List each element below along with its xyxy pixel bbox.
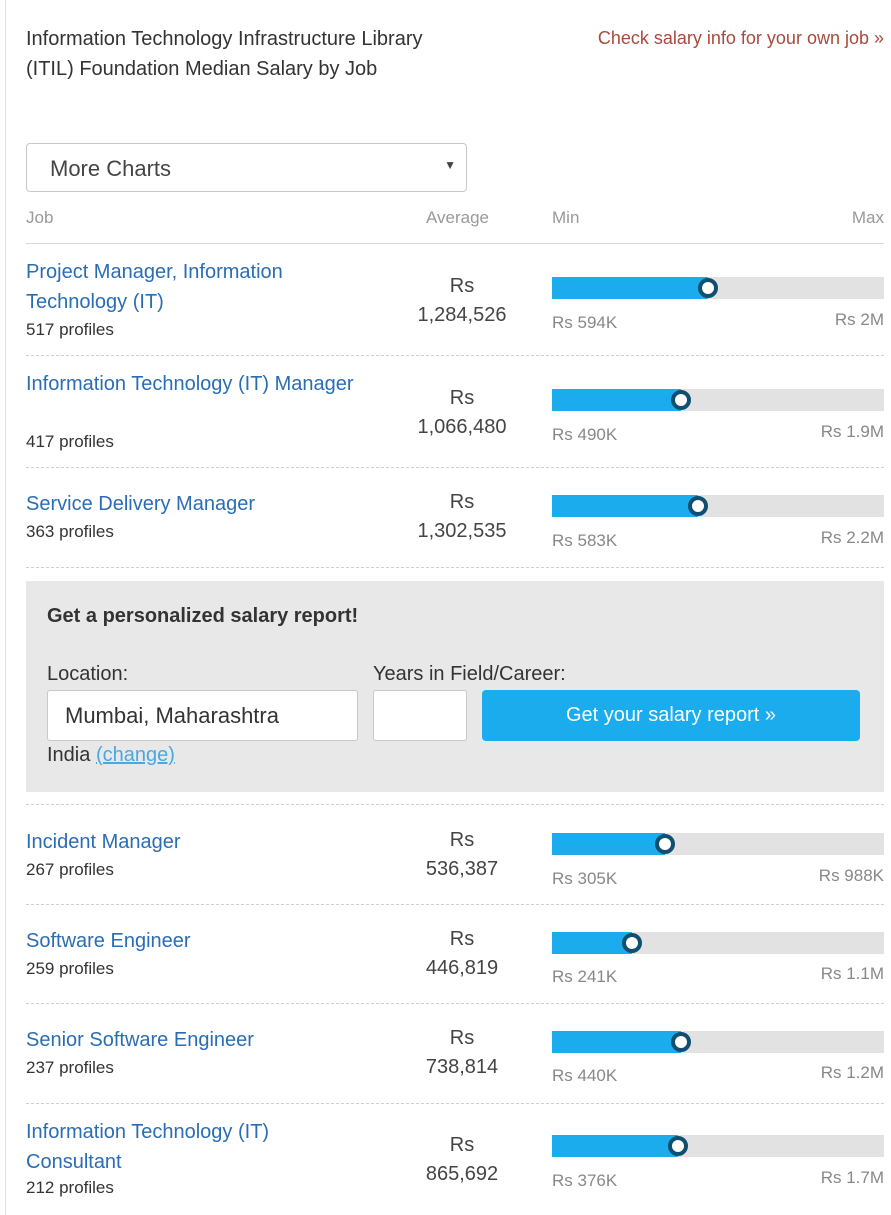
average-currency: Rs <box>449 491 475 513</box>
range-min: Rs 305K <box>552 869 618 888</box>
job-title-link[interactable]: Incident Manager <box>26 827 356 857</box>
average-currency: Rs <box>449 387 475 409</box>
table-row: Project Manager, Information Technology … <box>26 244 884 356</box>
column-header-average: Average <box>426 208 490 227</box>
table-row: Senior Software Engineer 237 profiles Rs… <box>26 1004 884 1104</box>
median-marker-icon <box>688 496 708 516</box>
salary-bar-fill <box>552 495 698 517</box>
profile-count: 212 profiles <box>26 1178 114 1197</box>
column-header-job: Job <box>26 208 54 227</box>
range-min: Rs 490K <box>552 425 618 444</box>
salary-range-bar <box>552 932 884 954</box>
job-title-link[interactable]: Information Technology (IT) Consultant <box>26 1117 356 1177</box>
salary-range-bar <box>552 1135 884 1157</box>
salary-report-promo: Get a personalized salary report! Locati… <box>26 581 884 792</box>
column-header-min: Min <box>552 208 580 227</box>
average-salary: 1,066,480 <box>417 416 507 438</box>
more-charts-select-value: More Charts <box>50 156 172 181</box>
location-label: Location: <box>47 663 129 685</box>
average-salary: 738,814 <box>425 1056 499 1078</box>
profile-count: 259 profiles <box>26 959 114 978</box>
job-title-link[interactable]: Software Engineer <box>26 926 356 956</box>
job-title-link[interactable]: Information Technology (IT) Manager <box>26 369 356 399</box>
salary-range-bar <box>552 833 884 855</box>
average-salary: 446,819 <box>425 957 499 979</box>
salary-range-bar <box>552 277 884 299</box>
profile-count: 417 profiles <box>26 432 114 451</box>
range-min: Rs 376K <box>552 1171 618 1190</box>
salary-bar-fill <box>552 1135 678 1157</box>
range-max: Rs 1.2M <box>820 1063 884 1082</box>
range-max: Rs 2.2M <box>820 528 884 547</box>
average-currency: Rs <box>449 275 475 297</box>
profile-count: 363 profiles <box>26 522 114 541</box>
column-header-max: Max <box>851 208 884 227</box>
profile-count: 237 profiles <box>26 1058 114 1077</box>
average-currency: Rs <box>449 829 475 851</box>
table-row: Information Technology (IT) Consultant 2… <box>26 1104 884 1215</box>
salary-bar-fill <box>552 389 681 411</box>
table-row: Information Technology (IT) Manager 417 … <box>26 356 884 468</box>
salary-bar-fill <box>552 833 665 855</box>
median-marker-icon <box>671 390 691 410</box>
salary-range-bar <box>552 495 884 517</box>
median-marker-icon <box>671 1032 691 1052</box>
more-charts-select[interactable]: More Charts ▼ <box>26 143 467 192</box>
average-currency: Rs <box>449 1027 475 1049</box>
salary-range-bar <box>552 389 884 411</box>
chevron-down-icon: ▼ <box>444 158 456 172</box>
range-min: Rs 440K <box>552 1066 618 1085</box>
location-input[interactable]: Mumbai, Maharashtra <box>47 690 358 741</box>
median-marker-icon <box>655 834 675 854</box>
job-title-link[interactable]: Senior Software Engineer <box>26 1025 356 1055</box>
left-border <box>5 0 6 1215</box>
country-line: India (change) <box>47 744 175 767</box>
range-max: Rs 1.7M <box>820 1168 884 1187</box>
years-input[interactable] <box>373 690 467 741</box>
range-max: Rs 1.1M <box>820 964 884 983</box>
salary-bar-fill <box>552 277 708 299</box>
range-max: Rs 1.9M <box>820 422 884 441</box>
average-salary: 865,692 <box>425 1163 499 1185</box>
average-salary: 1,302,535 <box>417 520 507 542</box>
job-title-link[interactable]: Service Delivery Manager <box>26 489 356 519</box>
salary-bar-fill <box>552 1031 681 1053</box>
profile-count: 517 profiles <box>26 320 114 339</box>
salary-range-bar <box>552 1031 884 1053</box>
country-name: India <box>47 744 91 766</box>
job-title-link[interactable]: Project Manager, Information Technology … <box>26 257 356 317</box>
median-marker-icon <box>698 278 718 298</box>
average-currency: Rs <box>449 1134 475 1156</box>
average-currency: Rs <box>449 928 475 950</box>
table-row: Incident Manager 267 profiles Rs 536,387… <box>26 805 884 905</box>
range-min: Rs 594K <box>552 313 618 332</box>
salary-bar-fill <box>552 932 632 954</box>
average-salary: 1,284,526 <box>417 304 507 326</box>
change-country-link[interactable]: (change) <box>96 744 175 766</box>
median-marker-icon <box>668 1136 688 1156</box>
average-salary: 536,387 <box>425 858 499 880</box>
years-label: Years in Field/Career: <box>373 663 566 685</box>
get-salary-report-button[interactable]: Get your salary report » <box>482 690 860 741</box>
range-min: Rs 241K <box>552 967 618 986</box>
median-marker-icon <box>622 933 642 953</box>
range-max: Rs 988K <box>818 866 884 885</box>
table-row: Service Delivery Manager 363 profiles Rs… <box>26 468 884 568</box>
table-row: Software Engineer 259 profiles Rs 446,81… <box>26 905 884 1004</box>
range-max: Rs 2M <box>834 310 884 329</box>
own-job-salary-link[interactable]: Check salary info for your own job » <box>598 28 884 49</box>
profile-count: 267 profiles <box>26 860 114 879</box>
promo-title: Get a personalized salary report! <box>47 605 359 627</box>
page-title: Information Technology Infrastructure Li… <box>26 28 423 80</box>
range-min: Rs 583K <box>552 531 618 550</box>
